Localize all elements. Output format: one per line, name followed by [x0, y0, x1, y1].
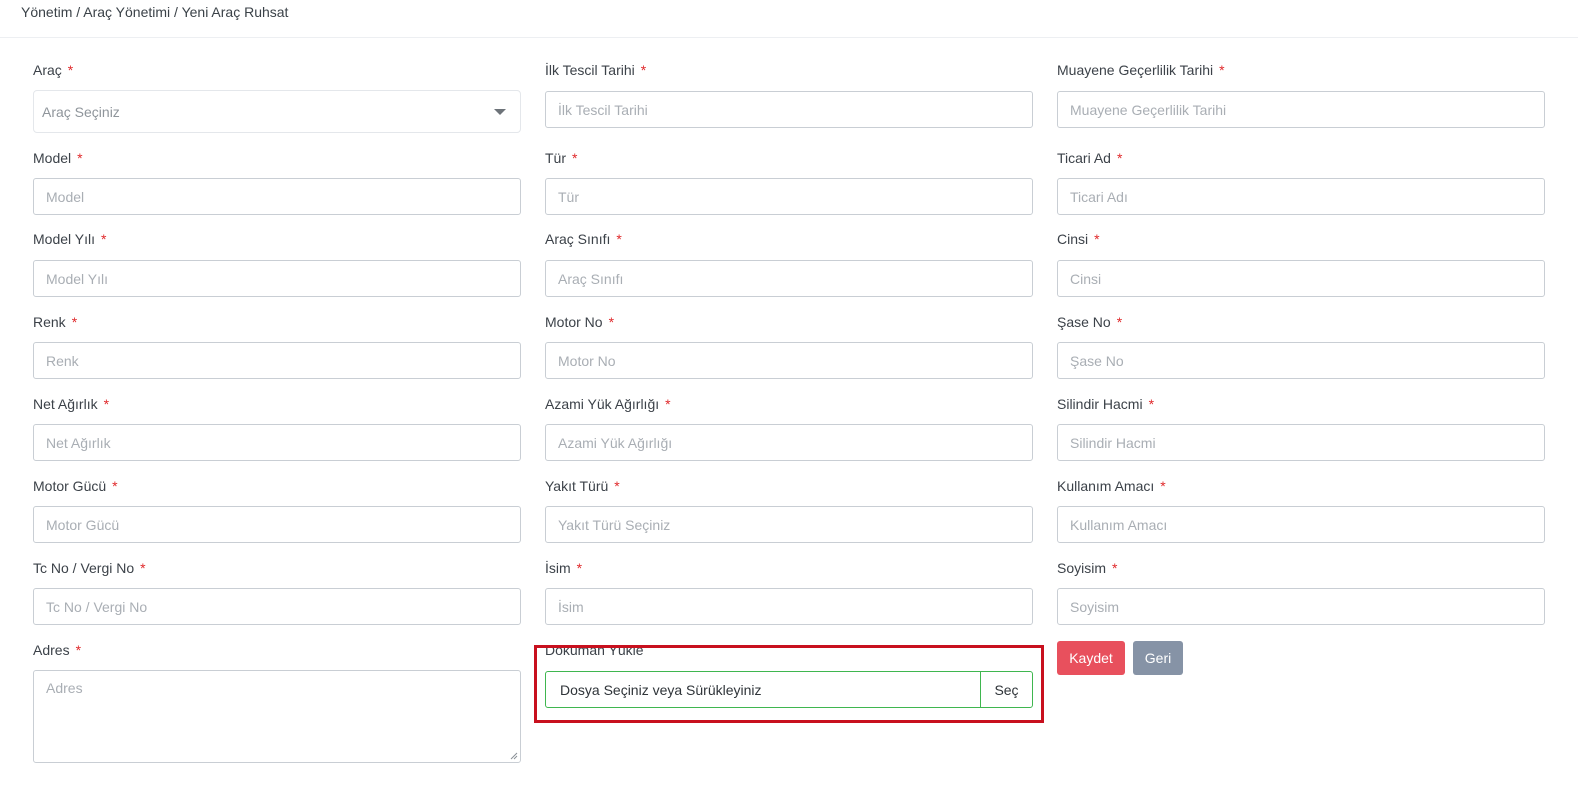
label-motor-no: Motor No *	[545, 314, 615, 330]
file-upload[interactable]: Dosya Seçiniz veya Sürükleyiniz Seç	[545, 671, 1033, 708]
isim-input[interactable]: İsim	[545, 588, 1033, 625]
breadcrumb-text: Yönetim / Araç Yönetimi / Yeni Araç Ruhs…	[21, 4, 289, 20]
arac-sinifi-input[interactable]: Araç Sınıfı	[545, 260, 1033, 297]
yakit-select[interactable]: Yakıt Türü Seçiniz	[545, 506, 1033, 543]
label-soyisim: Soyisim *	[1057, 560, 1118, 576]
label-kullanim: Kullanım Amacı *	[1057, 478, 1166, 494]
file-upload-text[interactable]: Dosya Seçiniz veya Sürükleyiniz	[546, 672, 980, 707]
arac-select-placeholder: Araç Seçiniz	[42, 103, 120, 120]
label-model-yili: Model Yılı *	[33, 231, 107, 247]
resize-grip-icon[interactable]	[510, 752, 518, 760]
required-mark: *	[1148, 396, 1155, 412]
label-sase-no: Şase No *	[1057, 314, 1123, 330]
required-mark: *	[1094, 231, 1100, 247]
label-model: Model *	[33, 150, 83, 166]
required-mark: *	[614, 478, 620, 494]
adres-textarea[interactable]: Adres	[33, 670, 521, 763]
required-mark: *	[572, 150, 578, 166]
required-mark: *	[103, 396, 110, 412]
ticari-ad-input[interactable]: Ticari Adı	[1057, 178, 1545, 215]
required-mark: *	[71, 314, 78, 330]
breadcrumb: Yönetim / Araç Yönetimi / Yeni Araç Ruhs…	[21, 4, 288, 20]
cinsi-input[interactable]: Cinsi	[1057, 260, 1545, 297]
muayene-input[interactable]: Muayene Geçerlilik Tarihi	[1057, 91, 1545, 128]
label-yakit: Yakıt Türü *	[545, 478, 620, 494]
header-divider	[0, 37, 1578, 38]
required-mark: *	[140, 560, 146, 576]
required-mark: *	[616, 231, 622, 247]
required-mark: *	[665, 396, 671, 412]
back-button[interactable]: Geri	[1133, 641, 1183, 675]
azami-yuk-input[interactable]: Azami Yük Ağırlığı	[545, 424, 1033, 461]
required-mark: *	[75, 642, 82, 658]
sase-no-input[interactable]: Şase No	[1057, 342, 1545, 379]
motor-gucu-input[interactable]: Motor Gücü	[33, 506, 521, 543]
model-input[interactable]: Model	[33, 178, 521, 215]
required-mark: *	[576, 560, 583, 576]
label-renk: Renk *	[33, 314, 78, 330]
label-adres: Adres *	[33, 642, 82, 658]
label-tc-vergi: Tc No / Vergi No *	[33, 560, 146, 576]
net-agirlik-input[interactable]: Net Ağırlık	[33, 424, 521, 461]
model-yili-input[interactable]: Model Yılı	[33, 260, 521, 297]
soyisim-input[interactable]: Soyisim	[1057, 588, 1545, 625]
label-motor-gucu: Motor Gücü *	[33, 478, 118, 494]
tc-vergi-input[interactable]: Tc No / Vergi No	[33, 588, 521, 625]
required-mark: *	[1116, 314, 1123, 330]
required-mark: *	[1219, 62, 1225, 78]
required-mark: *	[608, 314, 615, 330]
kullanim-input[interactable]: Kullanım Amacı	[1057, 506, 1545, 543]
label-isim: İsim *	[545, 560, 583, 576]
motor-no-input[interactable]: Motor No	[545, 342, 1033, 379]
label-tur: Tür *	[545, 150, 578, 166]
label-ticari-ad: Ticari Ad *	[1057, 150, 1123, 166]
chevron-down-icon	[494, 109, 506, 115]
tur-input[interactable]: Tür	[545, 178, 1033, 215]
required-mark: *	[1160, 478, 1166, 494]
label-arac-sinifi: Araç Sınıfı *	[545, 231, 622, 247]
label-azami-yuk: Azami Yük Ağırlığı *	[545, 396, 671, 412]
label-net-agirlik: Net Ağırlık *	[33, 396, 110, 412]
file-select-button[interactable]: Seç	[980, 672, 1032, 707]
label-silindir: Silindir Hacmi *	[1057, 396, 1155, 412]
label-arac: Araç *	[33, 62, 74, 78]
silindir-input[interactable]: Silindir Hacmi	[1057, 424, 1545, 461]
required-mark: *	[67, 62, 74, 78]
arac-select[interactable]: Araç Seçiniz	[33, 90, 521, 133]
required-mark: *	[1112, 560, 1118, 576]
ilk-tescil-input[interactable]: İlk Tescil Tarihi	[545, 91, 1033, 128]
label-ilk-tescil: İlk Tescil Tarihi *	[545, 62, 647, 78]
required-mark: *	[1116, 150, 1123, 166]
required-mark: *	[101, 231, 107, 247]
label-cinsi: Cinsi *	[1057, 231, 1100, 247]
label-muayene: Muayene Geçerlilik Tarihi *	[1057, 62, 1225, 78]
save-button[interactable]: Kaydet	[1057, 641, 1125, 675]
required-mark: *	[77, 150, 83, 166]
required-mark: *	[112, 478, 118, 494]
required-mark: *	[640, 62, 647, 78]
renk-input[interactable]: Renk	[33, 342, 521, 379]
